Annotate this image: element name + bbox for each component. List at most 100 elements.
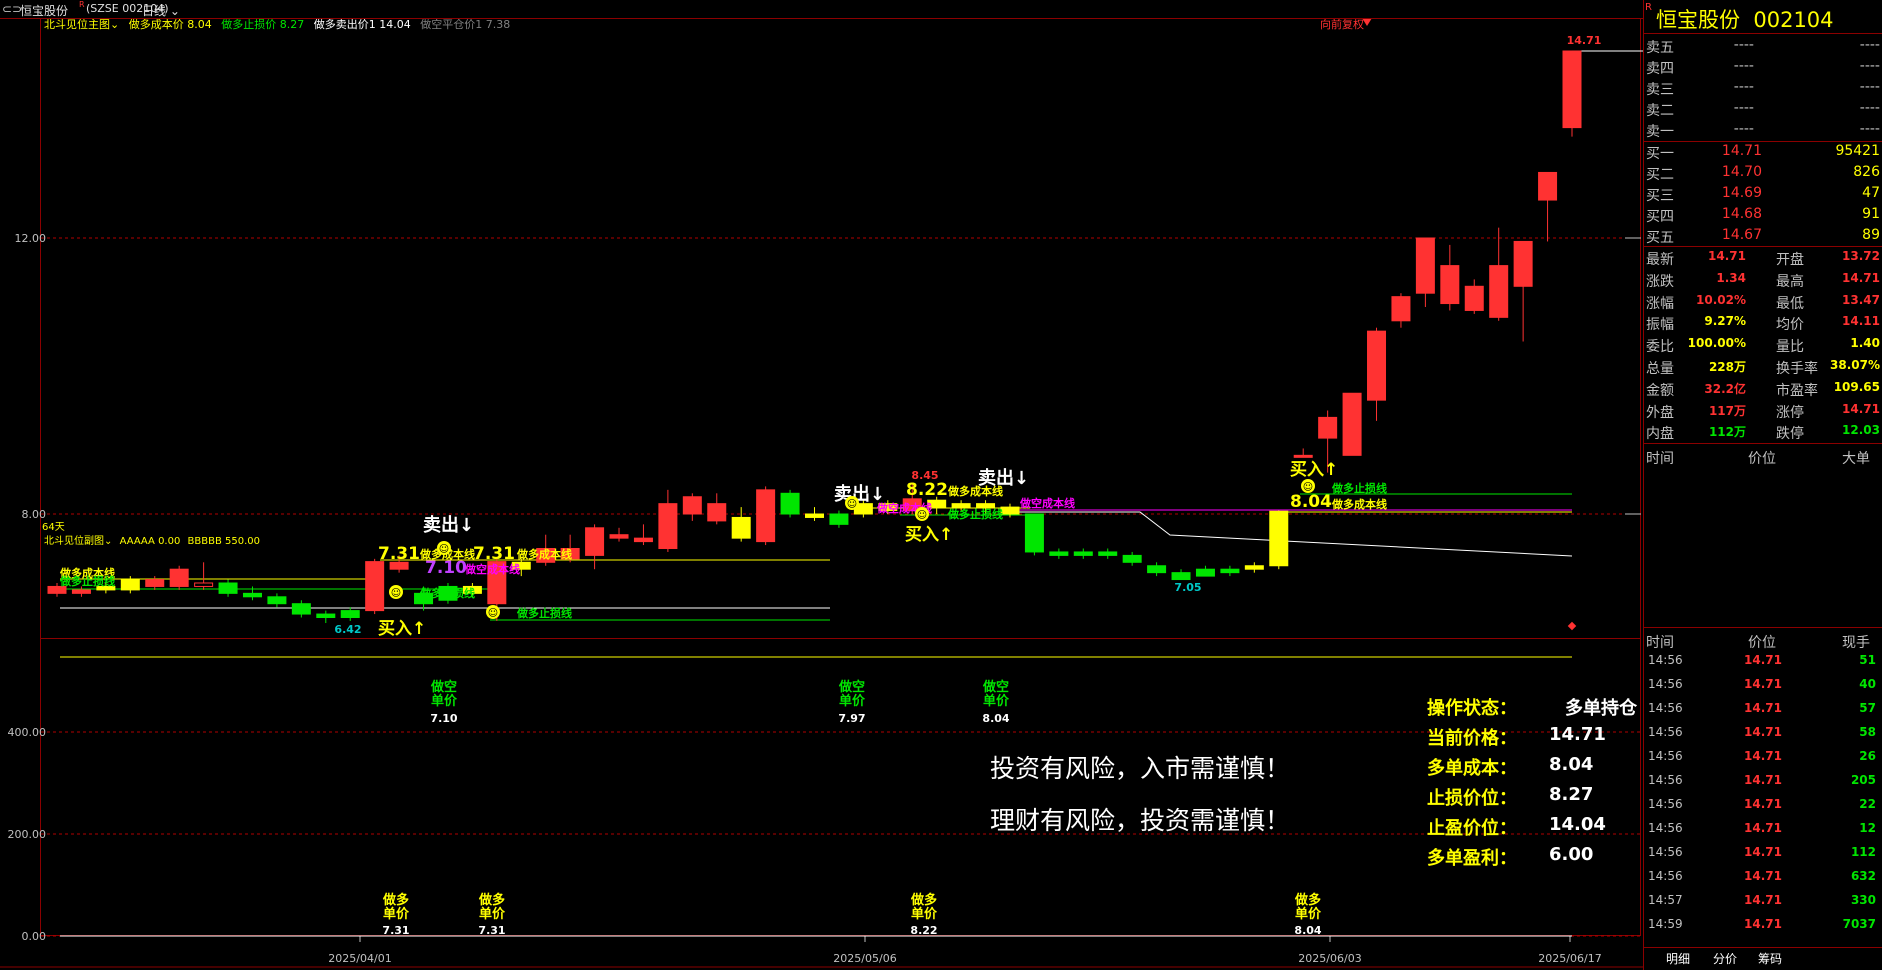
price-710: 7.10 — [425, 558, 467, 578]
tick-row[interactable]: 14:56 14.71 57 — [1644, 699, 1882, 720]
candle-body — [658, 503, 678, 549]
bid-label: 买三 — [1646, 188, 1674, 204]
tick-row[interactable]: 14:56 14.71 632 — [1644, 867, 1882, 888]
kline-chart[interactable]: 14.716.427.058.45卖出↓卖出↓卖出↓买入↑买入↑买入↑7.31 7… — [0, 0, 1643, 970]
candle-body — [1464, 285, 1484, 311]
tab-2[interactable]: 筹码 — [1758, 950, 1782, 967]
tab-1[interactable]: 分价 — [1713, 950, 1737, 967]
candle-body — [1391, 296, 1411, 322]
bid-vol: 89 — [1862, 227, 1880, 243]
status-value-0: 多单持仓 — [1565, 698, 1637, 719]
status-label-1: 当前价格： — [1427, 728, 1517, 749]
tick-vol: 58 — [1859, 725, 1876, 739]
tick-row[interactable]: 14:56 14.71 40 — [1644, 675, 1882, 696]
price-tick-1: 8.00 — [22, 508, 47, 521]
stat-value: 32.2亿 — [1704, 381, 1746, 396]
tick-row[interactable]: 14:56 14.71 51 — [1644, 651, 1882, 672]
price-tick-0: 12.00 — [15, 232, 47, 245]
candle-body — [1073, 551, 1093, 556]
smiley-face-icon: ☺ — [391, 588, 401, 599]
tick-price: 14.71 — [1744, 821, 1782, 835]
candle-body — [1244, 565, 1264, 570]
candle-body — [1440, 265, 1460, 305]
tick-row[interactable]: 14:56 14.71 112 — [1644, 843, 1882, 864]
candle-body — [267, 596, 287, 605]
tick-time: 14:56 — [1648, 845, 1683, 859]
tick-price: 14.71 — [1744, 701, 1782, 715]
tick-row[interactable]: 14:56 14.71 22 — [1644, 795, 1882, 816]
bid-label: 买四 — [1646, 209, 1674, 225]
candle-body — [707, 503, 727, 522]
candle-body — [1513, 240, 1533, 287]
ask-row[interactable]: 卖三 ---- ---- — [1644, 77, 1882, 98]
tick-row[interactable]: 14:59 14.71 7037 — [1644, 915, 1882, 936]
smiley-face-icon: ☺ — [488, 608, 498, 619]
stat-label: 振幅 — [1646, 317, 1674, 334]
bid-label: 买二 — [1646, 167, 1674, 183]
candle-body — [1415, 237, 1435, 294]
status-label-0: 操作状态： — [1427, 698, 1517, 719]
bid-row[interactable]: 买三 14.69 47 — [1644, 183, 1882, 204]
long-stop-text-3: 做多止损线 — [516, 606, 572, 620]
ask-vol: ---- — [1859, 79, 1880, 95]
long-stop-text-2: 做多止损线 — [419, 586, 475, 600]
tick-row[interactable]: 14:56 14.71 58 — [1644, 723, 1882, 744]
candle-body — [585, 527, 605, 556]
tick-time: 14:56 — [1648, 869, 1683, 883]
block-big-header: 大单 — [1842, 451, 1870, 467]
stat-value: 1.40 — [1850, 336, 1880, 351]
tick-row[interactable]: 14:57 14.71 330 — [1644, 891, 1882, 912]
ask-row[interactable]: 卖二 ---- ---- — [1644, 98, 1882, 119]
stat-value: 14.71 — [1842, 401, 1880, 416]
long-price-label-0-line0: 做多 — [382, 892, 409, 908]
stat-row: 委比 100.00% 量比 1.40 — [1644, 334, 1882, 355]
bid-price: 14.71 — [1721, 143, 1762, 159]
ask-row[interactable]: 卖一 ---- ---- — [1644, 119, 1882, 140]
candle-body — [120, 579, 140, 591]
tick-vol: 205 — [1850, 773, 1876, 787]
stat-label: 开盘 — [1776, 252, 1804, 268]
status-value-1: 14.71 — [1549, 724, 1606, 745]
stat-label: 市盈率 — [1776, 382, 1818, 399]
tick-row[interactable]: 14:56 14.71 26 — [1644, 747, 1882, 768]
bid-row[interactable]: 买五 14.67 89 — [1644, 225, 1882, 246]
tick-price: 14.71 — [1744, 725, 1782, 739]
sub-tick-1: 200.00 — [8, 828, 47, 841]
stat-row: 振幅 9.27% 均价 14.11 — [1644, 312, 1882, 333]
stat-value: 117万 — [1708, 403, 1746, 418]
sep-title — [1644, 33, 1882, 34]
date-tick-3: 2025/06/17 — [1538, 952, 1601, 965]
long-price-label-1-line1: 单价 — [479, 906, 506, 922]
stat-label: 涨停 — [1776, 404, 1804, 421]
ask-row[interactable]: 卖五 ---- ---- — [1644, 35, 1882, 56]
stat-row: 外盘 117万 涨停 14.71 — [1644, 400, 1882, 421]
block-header: 时间 价位 大单 — [1644, 446, 1882, 467]
tick-time: 14:56 — [1648, 797, 1683, 811]
long-price-label-2-line0: 做多 — [910, 892, 937, 908]
risk-warning-1: 投资有风险，入市需谨慎！ — [990, 754, 1291, 783]
long-price-label-3-line0: 做多 — [1294, 892, 1321, 908]
short-price-value-0: 7.10 — [430, 712, 457, 725]
ask-row[interactable]: 卖四 ---- ---- — [1644, 56, 1882, 77]
superscript-r: R — [1645, 2, 1652, 13]
candle-body — [1342, 392, 1362, 456]
tab-0[interactable]: 明细 — [1666, 950, 1690, 967]
candle-body — [682, 496, 702, 515]
ask-price: ---- — [1733, 100, 1754, 116]
stat-row: 内盘 112万 跌停 12.03 — [1644, 421, 1882, 442]
candle-body — [169, 568, 189, 587]
date-tick-2: 2025/06/03 — [1298, 952, 1361, 965]
bid-row[interactable]: 买一 14.71 95421 — [1644, 141, 1882, 162]
tick-row[interactable]: 14:56 14.71 12 — [1644, 819, 1882, 840]
bid-label: 买五 — [1646, 230, 1674, 246]
stat-value: 14.71 — [1842, 270, 1880, 285]
candle-body — [1147, 565, 1167, 574]
tick-row[interactable]: 14:56 14.71 205 — [1644, 771, 1882, 792]
smiley-face-icon: ☺ — [1303, 482, 1313, 493]
candle-body — [1220, 568, 1240, 574]
smiley-face-icon: ☺ — [847, 499, 857, 510]
candle-body — [316, 613, 336, 618]
bid-row[interactable]: 买二 14.70 826 — [1644, 162, 1882, 183]
low-price-label-2: 7.05 — [1174, 581, 1201, 594]
bid-row[interactable]: 买四 14.68 91 — [1644, 204, 1882, 225]
